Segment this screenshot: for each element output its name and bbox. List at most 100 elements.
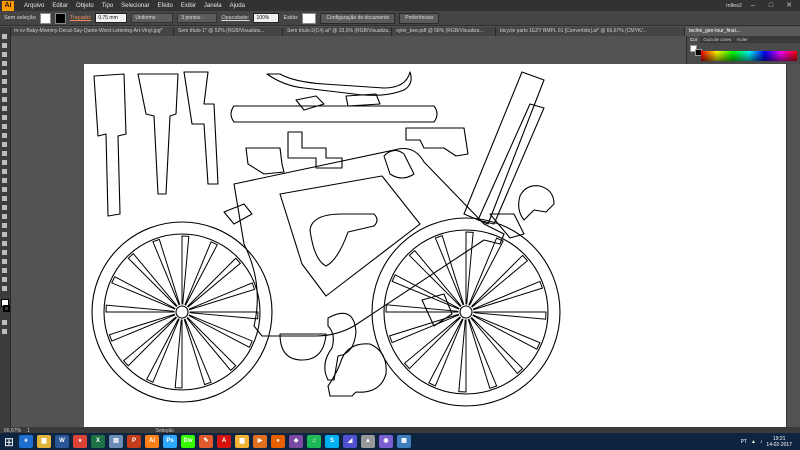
menu-select[interactable]: Selecionar	[117, 3, 153, 9]
media-icon[interactable]: ▶	[253, 435, 267, 448]
close-icon[interactable]: ✕	[782, 1, 796, 10]
app4-icon[interactable]: ▲	[361, 435, 375, 448]
eyedropper-icon[interactable]	[1, 222, 9, 230]
menu-object[interactable]: Objeto	[72, 3, 98, 9]
windows-start-icon[interactable]: ⊞	[2, 435, 16, 449]
chrome-icon[interactable]: ●	[73, 435, 87, 448]
perspective-grid-icon[interactable]	[1, 195, 9, 203]
direct-selection-tool-icon[interactable]	[1, 42, 9, 50]
stroke-swatch[interactable]	[54, 12, 66, 24]
skype-icon[interactable]: S	[325, 435, 339, 448]
notepad-icon[interactable]: ▤	[109, 435, 123, 448]
opacity-field[interactable]: 100%	[253, 13, 280, 23]
screen-mode-icon[interactable]	[1, 328, 9, 336]
free-transform-icon[interactable]	[1, 177, 9, 185]
app6-icon[interactable]: ▦	[397, 435, 411, 448]
document-setup-button[interactable]: Configuração do documento	[320, 12, 396, 24]
tab-color[interactable]: Cor	[687, 36, 701, 43]
front-wheel-spoke	[105, 304, 175, 313]
spotify-icon[interactable]: ♫	[307, 435, 321, 448]
tab-doc-5[interactable]: bicycle parts 1EZY BMPL 01 [Convertido].…	[496, 27, 685, 36]
word-icon[interactable]: W	[55, 435, 69, 448]
eraser-tool-icon[interactable]	[1, 132, 9, 140]
menu-effect[interactable]: Efeito	[154, 3, 177, 9]
blob-brush-icon[interactable]	[1, 123, 9, 131]
pen-tool-icon[interactable]	[1, 69, 9, 77]
selection-tool-icon[interactable]	[1, 33, 9, 41]
app5-icon[interactable]: ◉	[379, 435, 393, 448]
blend-tool-icon[interactable]	[1, 231, 9, 239]
firefox-icon[interactable]: ●	[271, 435, 285, 448]
scale-tool-icon[interactable]	[1, 150, 9, 158]
drawing-mode-icon[interactable]	[1, 319, 9, 327]
mesh-tool-icon[interactable]	[1, 204, 9, 212]
front-wheel-spoke	[186, 257, 242, 308]
warp-tool-icon[interactable]	[1, 168, 9, 176]
front-wheel-hub	[175, 305, 189, 319]
language-indicator[interactable]: PT	[741, 439, 747, 445]
menu-edit[interactable]: Editar	[48, 3, 72, 9]
app3-icon[interactable]: ◢	[343, 435, 357, 448]
tab-doc-1[interactable]: m-vv-Baby-Mommy-Decal-Say-Quote-Word-Let…	[10, 27, 174, 36]
paint-icon[interactable]: ✎	[199, 435, 213, 448]
stroke-profile-dropdown[interactable]: Uniforme	[131, 13, 174, 23]
pencil-tool-icon[interactable]	[1, 114, 9, 122]
gradient-tool-icon[interactable]	[1, 213, 9, 221]
rotate-tool-icon[interactable]	[1, 141, 9, 149]
bicycle-parts-artwork[interactable]	[84, 64, 786, 428]
tab-doc-active[interactable]: teclno_geo-tour_final...	[685, 27, 800, 36]
chainring-half	[279, 333, 327, 361]
magic-wand-icon[interactable]	[1, 51, 9, 59]
width-tool-icon[interactable]	[1, 159, 9, 167]
symbol-sprayer-icon[interactable]	[1, 240, 9, 248]
illustrator-icon[interactable]: Ai	[145, 435, 159, 448]
tab-doc-3[interactable]: Sem título-2(C4).ai* @ 33,5% (RGB/Visual…	[283, 27, 392, 36]
slice-tool-icon[interactable]	[1, 267, 9, 275]
ie-icon[interactable]: e	[19, 435, 33, 448]
minimize-icon[interactable]: –	[746, 1, 760, 10]
dreamweaver-icon[interactable]: Dw	[181, 435, 195, 448]
menu-file[interactable]: Arquivo	[20, 3, 48, 9]
clock[interactable]: 19:21 14-02-2017	[766, 436, 792, 448]
app2-icon[interactable]: ◆	[289, 435, 303, 448]
line-tool-icon[interactable]	[1, 87, 9, 95]
stroke-weight-field[interactable]: 0.75 mm	[95, 13, 128, 23]
zoom-tool-icon[interactable]	[1, 285, 9, 293]
shape-builder-icon[interactable]	[1, 186, 9, 194]
user-name[interactable]: mlles2	[726, 3, 742, 9]
menu-view[interactable]: Exibir	[177, 3, 200, 9]
stroke-label[interactable]: Traçado:	[70, 15, 92, 21]
opacity-label[interactable]: Opacidade:	[221, 15, 249, 21]
color-panel: Cor Guia de cores Kuler	[686, 36, 800, 64]
photoshop-icon[interactable]: Ps	[163, 435, 177, 448]
color-spectrum[interactable]	[701, 51, 797, 61]
style-swatch[interactable]	[302, 12, 317, 24]
artboard-tool-icon[interactable]	[1, 258, 9, 266]
rectangle-tool-icon[interactable]	[1, 96, 9, 104]
menu-type[interactable]: Tipo	[98, 3, 117, 9]
preferences-button[interactable]: Preferências	[399, 12, 440, 24]
tab-doc-2[interactable]: Sem título-1* @ 52% (RGB/Visualiza...	[174, 27, 283, 36]
fill-swatch[interactable]	[39, 12, 51, 24]
brush-tool-icon[interactable]	[1, 105, 9, 113]
pdf-icon[interactable]: A	[217, 435, 231, 448]
lasso-icon[interactable]	[1, 60, 9, 68]
excel-icon[interactable]: X	[91, 435, 105, 448]
tab-kuler[interactable]: Kuler	[734, 36, 751, 43]
menu-window[interactable]: Janela	[200, 3, 226, 9]
graph-tool-icon[interactable]	[1, 249, 9, 257]
maximize-icon[interactable]: □	[764, 1, 778, 10]
brush-dropdown[interactable]: 3 pontos -	[177, 13, 218, 23]
folder-icon[interactable]: ▆	[235, 435, 249, 448]
hand-tool-icon[interactable]	[1, 276, 9, 284]
explorer-icon[interactable]: ▆	[37, 435, 51, 448]
ppt-icon[interactable]: P	[127, 435, 141, 448]
handlebar-bar	[230, 105, 438, 123]
menu-help[interactable]: Ajuda	[226, 3, 249, 9]
tab-color-guide[interactable]: Guia de cores	[700, 36, 734, 43]
volume-icon[interactable]: ♪	[760, 439, 763, 445]
tab-doc-4[interactable]: oyler_bee.pdf @ 58% (RGB/Visualiza...	[392, 27, 496, 36]
network-icon[interactable]: ▲	[751, 439, 756, 445]
stroke-color-icon[interactable]	[3, 305, 10, 312]
type-tool-icon[interactable]	[1, 78, 9, 86]
